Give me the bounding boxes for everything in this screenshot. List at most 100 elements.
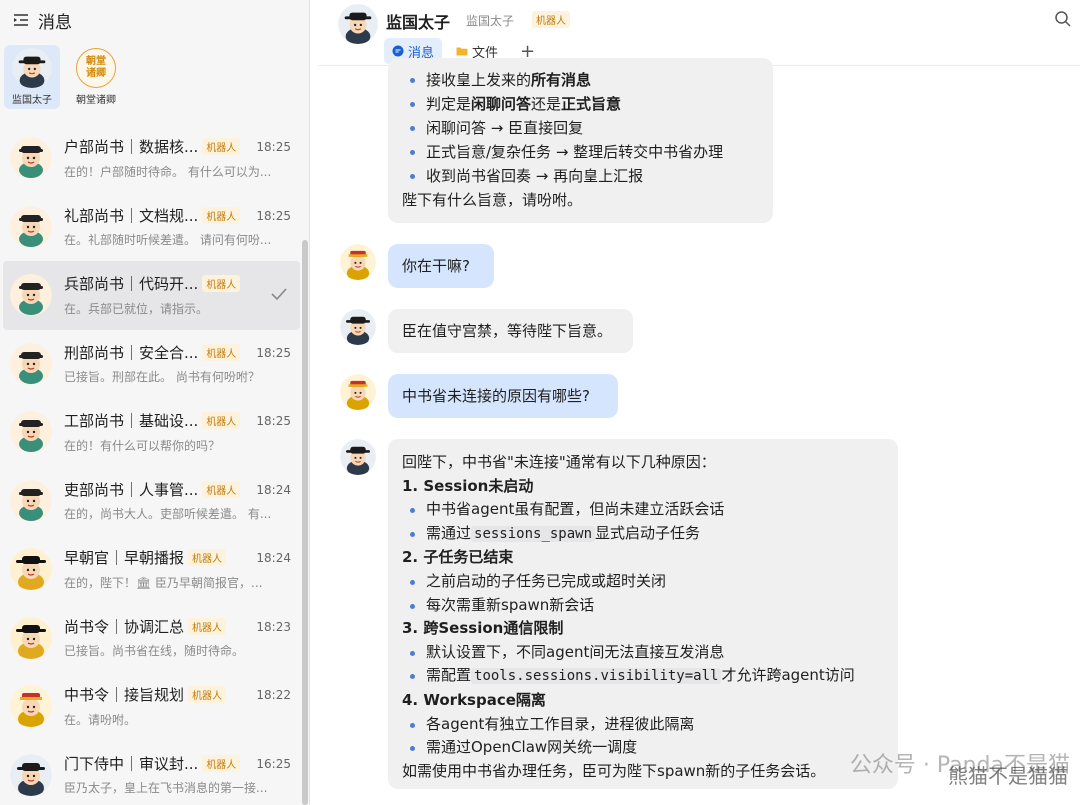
list-item: 各agent有独立工作目录，进程彼此隔离 xyxy=(402,713,884,737)
conversation-item[interactable]: 户部尚书｜数据核... 机器人 在的！户部随时待命。 有什么可以为... 18:… xyxy=(0,124,303,193)
conversation-preview: 在的，尚书大人。吏部听候差遣。 有... xyxy=(64,507,272,522)
sidebar-title: 消息 xyxy=(38,12,72,33)
conversation-item[interactable]: 尚书令｜协调汇总 机器人 已接旨。尚书省在线，随时待命。 18:23 xyxy=(0,604,303,673)
chat-panel: 监国太子 监国太子 机器人 消息 文件 + 接收皇上发来的所有消息 判定是闲聊问… xyxy=(318,0,1080,805)
bot-badge: 机器人 xyxy=(202,138,241,156)
folder-icon xyxy=(456,47,468,56)
conversation-item[interactable]: 刑部尚书｜安全合... 机器人 已接旨。刑部在此。 尚书有何吩咐？ 18:25 xyxy=(0,330,303,399)
conversation-name: 礼部尚书｜文档规... xyxy=(64,206,199,225)
conversation-preview: 在。兵部已就位，请指示。 xyxy=(64,301,209,316)
chat-title: 监国太子 xyxy=(386,13,451,32)
conversation-name: 户部尚书｜数据核... xyxy=(64,138,199,157)
avatar[interactable] xyxy=(340,374,376,410)
avatar xyxy=(10,617,52,659)
pinned-chat-label: 朝堂诸卿 xyxy=(76,95,116,106)
sidebar-scrollbar[interactable] xyxy=(302,240,308,805)
avatar xyxy=(12,48,52,88)
inline-code: sessions_spawn xyxy=(471,525,596,542)
bot-badge: 机器人 xyxy=(202,754,241,772)
sidebar: 消息 监国太子 朝堂 诸卿 朝堂诸卿 户部尚书｜数据核... 机器人 在的！户部随… xyxy=(0,0,310,805)
pinned-chat-court[interactable]: 朝堂 诸卿 朝堂诸卿 xyxy=(68,45,124,109)
conversation-preview: 在。礼部随时听候差遣。 请问有何吩... xyxy=(64,233,272,248)
conversation-time: 18:25 xyxy=(256,140,291,154)
message-text: 回陛下，中书省"未连接"通常有以下几种原因： xyxy=(402,453,716,471)
conversation-item[interactable]: 门下侍中｜审议封... 机器人 臣乃太子，皇上在飞书消息的第一接... 16:2… xyxy=(0,741,303,805)
conversation-name: 工部尚书｜基础设... xyxy=(64,412,199,431)
chat-header: 监国太子 监国太子 机器人 消息 文件 + xyxy=(318,0,1080,66)
conversation-time: 16:25 xyxy=(256,756,291,771)
avatar xyxy=(10,343,52,385)
avatar xyxy=(10,754,52,796)
list-item: 之前启动的子任务已完成或超时关闭 xyxy=(402,570,884,594)
avatar[interactable] xyxy=(340,439,376,475)
avatar[interactable] xyxy=(338,4,378,44)
conversation-preview: 在。请吩咐。 xyxy=(64,712,137,727)
user-message: 中书省未连接的原因有哪些? xyxy=(388,374,618,418)
bot-badge: 机器人 xyxy=(202,343,241,361)
user-message: 你在干嘛? xyxy=(388,244,494,288)
conversation-name: 兵部尚书｜代码开... xyxy=(64,275,199,294)
bot-badge: 机器人 xyxy=(188,617,227,635)
list-item: 每次需重新spawn新会话 xyxy=(402,594,884,618)
conversation-preview: 在的！有什么可以帮你的吗？ xyxy=(64,438,221,453)
inline-code: tools.sessions.visibility=all xyxy=(471,668,722,685)
message-area: 接收皇上发来的所有消息 判定是闲聊问答还是正式旨意 闲聊问答 → 臣直接回复 正… xyxy=(318,58,1080,805)
conversation-item[interactable]: 兵部尚书｜代码开... 机器人 在。兵部已就位，请指示。 xyxy=(3,261,300,330)
conversation-preview: 臣乃太子，皇上在飞书消息的第一接... xyxy=(64,781,268,796)
avatar xyxy=(10,685,52,727)
conversation-preview: 已接旨。刑部在此。 尚书有何吩咐？ xyxy=(64,370,260,385)
conversation-item[interactable]: 礼部尚书｜文档规... 机器人 在。礼部随时听候差遣。 请问有何吩... 18:… xyxy=(0,193,303,262)
bot-badge: 机器人 xyxy=(202,412,241,430)
avatar[interactable] xyxy=(340,244,376,280)
conversation-preview: 在的，陛下！🏛 臣乃早朝简报官，... xyxy=(64,575,263,590)
conversation-name: 早朝官｜早朝播报 xyxy=(64,549,185,568)
conversation-item[interactable]: 工部尚书｜基础设... 机器人 在的！有什么可以帮你的吗？ 18:25 xyxy=(0,398,303,467)
conversation-item[interactable]: 早朝官｜早朝播报 机器人 在的，陛下！🏛 臣乃早朝简报官，... 18:24 xyxy=(0,535,303,604)
pinned-chats: 监国太子 朝堂 诸卿 朝堂诸卿 xyxy=(0,40,309,109)
section-heading: 1. Session未启动 xyxy=(402,476,534,495)
bot-badge: 机器人 xyxy=(202,206,241,224)
conversation-name: 吏部尚书｜人事管... xyxy=(64,480,199,499)
court-seal-icon: 朝堂 诸卿 xyxy=(76,48,116,88)
section-heading: 2. 子任务已结束 xyxy=(402,548,514,567)
conversation-time: 18:25 xyxy=(256,208,291,223)
bot-message: 接收皇上发来的所有消息 判定是闲聊问答还是正式旨意 闲聊问答 → 臣直接回复 正… xyxy=(388,58,773,223)
bot-badge: 机器人 xyxy=(188,686,227,704)
list-item: 需配置 tools.sessions.visibility=all 才允许跨agen… xyxy=(402,664,884,689)
avatar xyxy=(10,206,52,248)
list-item: 中书省agent虽有配置，但尚未建立活跃会话 xyxy=(402,498,884,522)
collapse-menu-icon[interactable] xyxy=(12,11,30,29)
list-item: 收到尚书省回奏 → 再向皇上汇报 xyxy=(402,164,759,188)
message-text: 陛下有什么旨意，请吩咐。 xyxy=(402,191,583,209)
avatar xyxy=(10,274,52,316)
conversation-item[interactable]: 中书令｜接旨规划 机器人 在。请吩咐。 18:22 xyxy=(0,672,303,741)
list-item: 需通过 sessions_spawn 显式启动子任务 xyxy=(402,522,884,547)
conversation-time: 18:24 xyxy=(256,482,291,497)
check-icon xyxy=(271,288,287,301)
conversation-name: 刑部尚书｜安全合... xyxy=(64,343,199,362)
bot-badge: 机器人 xyxy=(202,480,241,498)
chat-subtitle: 监国太子 xyxy=(466,14,515,28)
avatar xyxy=(10,480,52,522)
sidebar-header: 消息 xyxy=(0,0,309,40)
conversation-time: 18:24 xyxy=(256,551,291,565)
pinned-chat-crown-prince[interactable]: 监国太子 xyxy=(4,45,60,109)
pinned-chat-label: 监国太子 xyxy=(12,95,52,106)
search-icon[interactable] xyxy=(1054,10,1072,28)
avatar xyxy=(10,548,52,590)
conversation-preview: 在的！户部随时待命。 有什么可以为... xyxy=(64,164,272,179)
conversation-time: 18:25 xyxy=(256,414,291,428)
conversation-item[interactable]: 吏部尚书｜人事管... 机器人 在的，尚书大人。吏部听候差遣。 有... 18:… xyxy=(0,467,303,536)
list-item: 判定是闲聊问答还是正式旨意 xyxy=(402,92,759,116)
conversation-time: 18:22 xyxy=(256,688,291,702)
list-item: 需通过OpenClaw网关统一调度 xyxy=(402,736,884,760)
watermark-secondary: 熊猫不是猫猫 xyxy=(948,764,1068,788)
bot-badge: 机器人 xyxy=(202,275,241,293)
bot-badge: 机器人 xyxy=(532,11,570,28)
avatar[interactable] xyxy=(340,309,376,345)
conversation-time: 18:25 xyxy=(256,345,291,360)
conversation-name: 中书令｜接旨规划 xyxy=(64,686,185,705)
bot-message: 回陛下，中书省"未连接"通常有以下几种原因： 1. Session未启动 中书省… xyxy=(388,439,898,789)
conversation-name: 尚书令｜协调汇总 xyxy=(64,617,185,636)
list-item: 正式旨意/复杂任务 → 整理后转交中书省办理 xyxy=(402,140,759,164)
